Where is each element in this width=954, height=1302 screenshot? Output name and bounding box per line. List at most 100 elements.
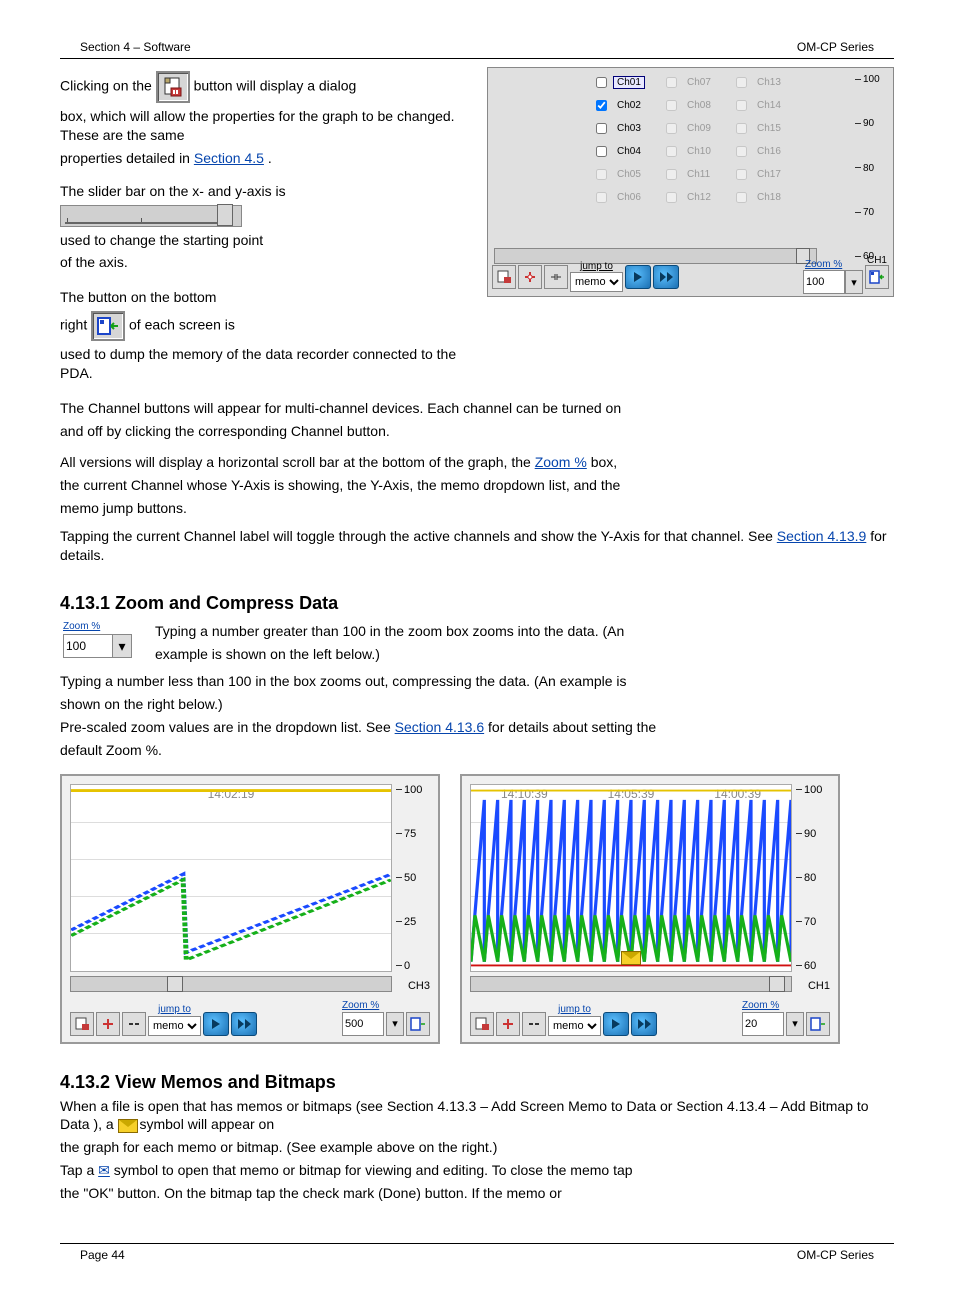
heading-4-13-1: 4.13.1 Zoom and Compress Data: [60, 593, 894, 614]
channel-label-ch06: Ch06: [613, 191, 645, 204]
channel-label-ch04: Ch04: [613, 145, 645, 158]
channels-note-a: The Channel buttons will appear for mult…: [60, 399, 894, 418]
channel-checkbox-ch05: [596, 169, 607, 180]
chart-right-fit-button[interactable]: [522, 1012, 546, 1036]
chart-right-plot: [471, 785, 791, 971]
slider-note-1: The slider bar on the x- and y-axis is: [60, 182, 467, 201]
memo-symbol-link[interactable]: ✉: [98, 1162, 110, 1178]
channel-checkbox-ch01[interactable]: [596, 77, 607, 88]
channel-label-ch09: Ch09: [683, 122, 715, 135]
memo-p3: Tap a ✉ symbol to open that memo or bitm…: [60, 1161, 894, 1180]
section-4-5-link[interactable]: Section 4.5: [194, 150, 264, 166]
channel-checkbox-ch02[interactable]: [596, 100, 607, 111]
channel-checkbox-ch07: [666, 77, 677, 88]
channel-checkbox-ch13: [736, 77, 747, 88]
intro-line3: properties detailed in Section 4.5 .: [60, 149, 467, 168]
heading-4-13-2: 4.13.2 View Memos and Bitmaps: [60, 1072, 894, 1093]
chart-right-zoom-dd[interactable]: ▾: [786, 1012, 804, 1036]
jump-next-button[interactable]: [653, 265, 679, 289]
chart-left-prev-button[interactable]: [203, 1012, 229, 1036]
channel-ch01[interactable]: Ch01: [592, 74, 652, 91]
channel-checkbox-ch06: [596, 192, 607, 203]
header-left: Section 4 – Software: [80, 40, 191, 54]
channel-label-ch08: Ch08: [683, 99, 715, 112]
page-header: Section 4 – Software OM-CP Series: [60, 40, 894, 56]
header-right: OM-CP Series: [797, 40, 874, 54]
chart-left-channel[interactable]: CH3: [408, 980, 430, 992]
channel-ch03[interactable]: Ch03: [592, 120, 652, 137]
channel-ch07: Ch07: [662, 74, 722, 91]
chart-left-zoom-dd[interactable]: ▾: [386, 1012, 404, 1036]
channels-note-b: and off by clicking the corresponding Ch…: [60, 422, 894, 441]
dump-memory-icon[interactable]: [91, 311, 125, 341]
zoom-dropdown[interactable]: ▾: [845, 270, 863, 294]
zoom-widget-input[interactable]: [63, 634, 113, 658]
chart-left-jump-select[interactable]: memo: [148, 1016, 201, 1036]
zoom-pct-link[interactable]: Zoom %: [535, 454, 587, 470]
channel-ch02[interactable]: Ch02: [592, 97, 652, 114]
chart-right-prev-button[interactable]: [603, 1012, 629, 1036]
header-rule: [60, 58, 894, 59]
channel-label-ch17: Ch17: [753, 168, 785, 181]
channel-checkbox-ch10: [666, 146, 677, 157]
channel-checkbox-ch03[interactable]: [596, 123, 607, 134]
channel-checkbox-ch11: [666, 169, 677, 180]
channel-checkbox-ch18: [736, 192, 747, 203]
page-footer: Page 44 OM-CP Series: [60, 1243, 894, 1262]
chart-left-zoom-input[interactable]: [342, 1012, 384, 1036]
footer-left: Page 44: [80, 1248, 125, 1262]
slider-note-3: of the axis.: [60, 253, 467, 272]
chart-right-zoom-input[interactable]: [742, 1012, 784, 1036]
chart-left-hscroll[interactable]: [70, 976, 392, 992]
section-4-13-9-link[interactable]: Section 4.13.9: [777, 528, 867, 544]
chart-right-hscroll[interactable]: [470, 976, 792, 992]
chart-right-jump-select[interactable]: memo: [548, 1016, 601, 1036]
channel-label-ch12: Ch12: [683, 191, 715, 204]
chart-right-channel[interactable]: CH1: [808, 980, 830, 992]
channel-checkbox-ch09: [666, 123, 677, 134]
channel-label-ch11: Ch11: [683, 168, 714, 181]
channel-checkbox-ch08: [666, 100, 677, 111]
channel-checkbox-ch17: [736, 169, 747, 180]
dump-note-1: The button on the bottom: [60, 288, 467, 307]
fit-button[interactable]: [544, 265, 568, 289]
chart-right-pan-button[interactable]: [496, 1012, 520, 1036]
channel-ch13: Ch13: [732, 74, 792, 91]
chart-left-properties-button[interactable]: [70, 1012, 94, 1036]
jump-prev-button[interactable]: [625, 265, 651, 289]
dump-note-3: used to dump the memory of the data reco…: [60, 345, 467, 383]
chart-left-next-button[interactable]: [231, 1012, 257, 1036]
memo-envelope-icon: [118, 1119, 136, 1133]
zoom-input[interactable]: [803, 270, 845, 294]
properties-icon[interactable]: [156, 71, 190, 103]
channel-label-ch10: Ch10: [683, 145, 715, 158]
panel-dump-button[interactable]: [865, 265, 889, 289]
channel-ch16: Ch16: [732, 143, 792, 160]
chart-right-next-button[interactable]: [631, 1012, 657, 1036]
axis-slider[interactable]: [60, 205, 242, 227]
memo-p1: When a file is open that has memos or bi…: [60, 1097, 894, 1135]
channel-label-ch05: Ch05: [613, 168, 645, 181]
channel-legend-panel: Ch01Ch07Ch13Ch02Ch08Ch14Ch03Ch09Ch15Ch04…: [487, 67, 894, 297]
channel-ch12: Ch12: [662, 189, 722, 206]
channel-ch11: Ch11: [662, 166, 722, 183]
channel-ch15: Ch15: [732, 120, 792, 137]
channel-ch04[interactable]: Ch04: [592, 143, 652, 160]
channel-label-ch07: Ch07: [683, 76, 715, 89]
jump-to-select[interactable]: memo: [570, 272, 623, 292]
channel-ch10: Ch10: [662, 143, 722, 160]
chart-left-pan-button[interactable]: [96, 1012, 120, 1036]
chart-left-fit-button[interactable]: [122, 1012, 146, 1036]
display-note: All versions will display a horizontal s…: [60, 453, 894, 472]
properties-button[interactable]: [492, 265, 516, 289]
chart-right-properties-button[interactable]: [470, 1012, 494, 1036]
chart-left-dump-button[interactable]: [406, 1012, 430, 1036]
pan-button[interactable]: [518, 265, 542, 289]
channel-checkbox-ch04[interactable]: [596, 146, 607, 157]
jump-to-label: jump to: [580, 261, 613, 272]
section-4-13-6-link[interactable]: Section 4.13.6: [395, 719, 485, 735]
chart-right-dump-button[interactable]: [806, 1012, 830, 1036]
memo-marker-icon[interactable]: [621, 951, 641, 965]
zoom-widget-dropdown[interactable]: ▾: [113, 634, 132, 658]
channel-label-ch02: Ch02: [613, 99, 645, 112]
